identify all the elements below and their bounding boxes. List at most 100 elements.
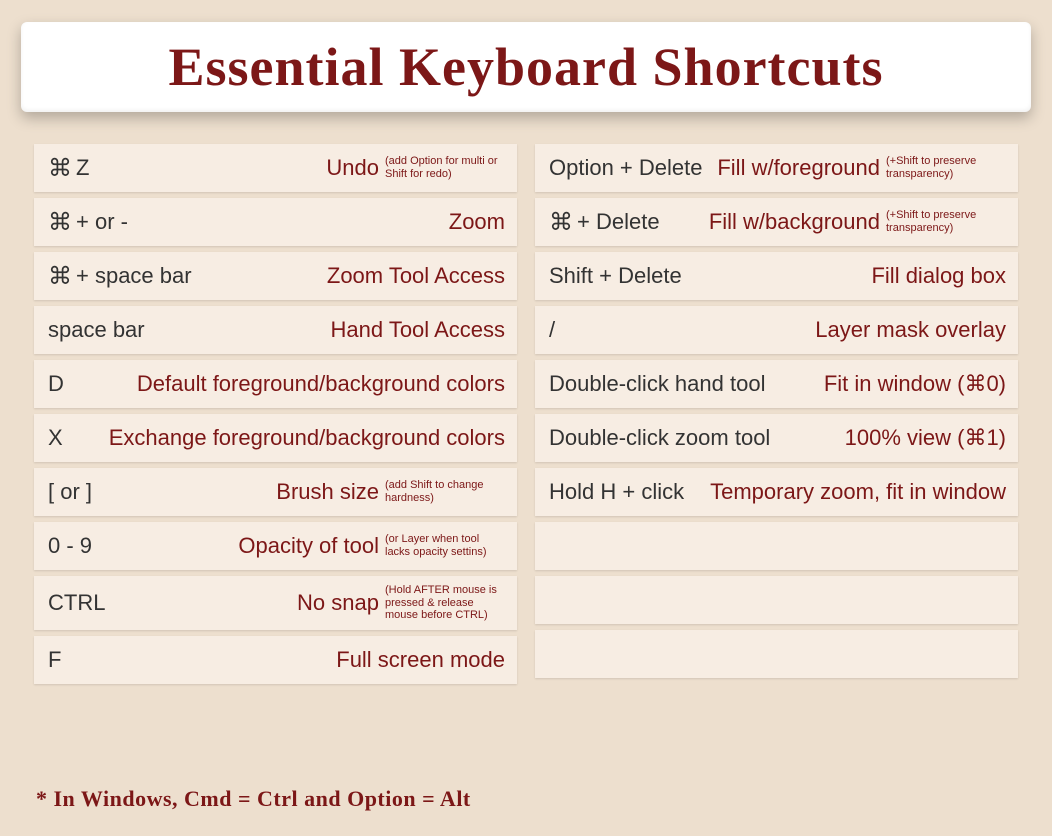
shortcut-keys-text: 0 - 9 — [48, 533, 92, 559]
shortcut-description: Fill dialog box — [871, 263, 1006, 289]
shortcut-desc-wrap: Fill w/background(+Shift to preserve tra… — [709, 209, 1006, 235]
shortcut-keys: ⌘ + space bar — [48, 263, 192, 289]
command-icon: ⌘ — [48, 265, 72, 289]
shortcut-row: CTRL No snap(Hold AFTER mouse is pressed … — [34, 576, 517, 630]
shortcut-desc-wrap: Temporary zoom, fit in window — [710, 479, 1006, 505]
shortcut-description: Brush size — [276, 479, 379, 505]
shortcut-desc-wrap: 100% view (⌘1) — [845, 425, 1006, 451]
title-banner: Essential Keyboard Shortcuts — [21, 22, 1031, 112]
shortcut-keys-text: Double-click hand tool — [549, 371, 765, 397]
shortcut-desc-wrap: Default foreground/background colors — [137, 371, 505, 397]
shortcut-row: Hold H + click Temporary zoom, fit in win… — [535, 468, 1018, 516]
footer-note: * In Windows, Cmd = Ctrl and Option = Al… — [36, 786, 471, 812]
shortcut-desc-wrap: Brush size(add Shift to change hardness) — [276, 479, 505, 505]
shortcut-description: Undo — [326, 155, 379, 181]
shortcut-row: space bar Hand Tool Access — [34, 306, 517, 354]
shortcut-description: Full screen mode — [336, 647, 505, 673]
shortcut-description: Opacity of tool — [238, 533, 379, 559]
shortcut-note: (Hold AFTER mouse is pressed & release m… — [385, 584, 505, 622]
shortcut-note: (add Option for multi or Shift for redo) — [385, 155, 505, 180]
page-title: Essential Keyboard Shortcuts — [168, 36, 883, 98]
shortcut-keys: Hold H + click — [549, 479, 684, 505]
shortcut-keys-text: D — [48, 371, 64, 397]
shortcut-row: ⌘ + Delete Fill w/background(+Shift to pr… — [535, 198, 1018, 246]
shortcut-keys-text: + space bar — [76, 263, 192, 289]
shortcut-keys-text: space bar — [48, 317, 145, 343]
shortcut-keys-text: CTRL — [48, 590, 105, 616]
shortcut-description: Hand Tool Access — [331, 317, 505, 343]
shortcut-row: 0 - 9 Opacity of tool(or Layer when tool … — [34, 522, 517, 570]
shortcut-desc-wrap: Fill w/foreground(+Shift to preserve tra… — [717, 155, 1006, 181]
shortcut-row: Double-click zoom tool 100% view (⌘1) — [535, 414, 1018, 462]
shortcut-row: D Default foreground/background colors — [34, 360, 517, 408]
shortcut-description: Layer mask overlay — [815, 317, 1006, 343]
shortcut-keys-text: Option + Delete — [549, 155, 702, 181]
shortcut-row: F Full screen mode — [34, 636, 517, 684]
shortcut-row: / Layer mask overlay — [535, 306, 1018, 354]
shortcut-columns: ⌘ZUndo(add Option for multi or Shift for… — [0, 112, 1052, 684]
shortcut-description: Fill w/foreground — [717, 155, 880, 181]
shortcut-desc-wrap: Hand Tool Access — [331, 317, 505, 343]
shortcut-keys-text: Z — [76, 155, 89, 181]
shortcut-description: No snap — [297, 590, 379, 616]
shortcut-keys-text: [ or ] — [48, 479, 92, 505]
shortcut-keys: X — [48, 425, 63, 451]
shortcut-keys-text: X — [48, 425, 63, 451]
shortcut-row: ⌘ + space bar Zoom Tool Access — [34, 252, 517, 300]
shortcut-note: (+Shift to preserve transparency) — [886, 209, 1006, 234]
shortcut-desc-wrap: Zoom Tool Access — [327, 263, 505, 289]
shortcut-row — [535, 630, 1018, 678]
shortcut-description: Exchange foreground/background colors — [109, 425, 505, 451]
shortcut-desc-wrap: Layer mask overlay — [815, 317, 1006, 343]
shortcut-desc-wrap: Fit in window (⌘0) — [824, 371, 1006, 397]
shortcut-row — [535, 522, 1018, 570]
shortcut-keys-text: Shift + Delete — [549, 263, 682, 289]
command-icon: ⌘ — [48, 211, 72, 235]
shortcut-keys: 0 - 9 — [48, 533, 92, 559]
shortcut-description: Fill w/background — [709, 209, 880, 235]
shortcut-row — [535, 576, 1018, 624]
shortcut-row: X Exchange foreground/background colors — [34, 414, 517, 462]
shortcut-row: Shift + Delete Fill dialog box — [535, 252, 1018, 300]
shortcut-keys: space bar — [48, 317, 145, 343]
shortcut-keys: Double-click zoom tool — [549, 425, 770, 451]
shortcut-keys-text: F — [48, 647, 61, 673]
shortcut-note: (add Shift to change hardness) — [385, 479, 505, 504]
shortcut-description: Zoom — [449, 209, 505, 235]
shortcut-row: ⌘ + or - Zoom — [34, 198, 517, 246]
shortcut-row: Double-click hand tool Fit in window (⌘0) — [535, 360, 1018, 408]
shortcut-keys: Option + Delete — [549, 155, 702, 181]
shortcut-desc-wrap: Opacity of tool(or Layer when tool lacks… — [238, 533, 505, 559]
command-icon: ⌘ — [549, 211, 573, 235]
shortcut-note: (or Layer when tool lacks opacity settin… — [385, 533, 505, 558]
shortcut-keys: ⌘Z — [48, 155, 89, 181]
shortcut-keys-text: + or - — [76, 209, 128, 235]
shortcut-keys: ⌘ + Delete — [549, 209, 660, 235]
shortcut-desc-wrap: Fill dialog box — [871, 263, 1006, 289]
shortcut-description: Zoom Tool Access — [327, 263, 505, 289]
shortcut-keys: CTRL — [48, 590, 105, 616]
shortcut-desc-wrap: Exchange foreground/background colors — [109, 425, 505, 451]
shortcut-row: [ or ] Brush size(add Shift to change har… — [34, 468, 517, 516]
shortcut-description: 100% view (⌘1) — [845, 425, 1006, 451]
shortcut-description: Temporary zoom, fit in window — [710, 479, 1006, 505]
shortcut-keys: Shift + Delete — [549, 263, 682, 289]
shortcut-desc-wrap: Zoom — [449, 209, 505, 235]
left-column: ⌘ZUndo(add Option for multi or Shift for… — [34, 144, 517, 684]
shortcut-keys: / — [549, 317, 555, 343]
shortcut-description: Fit in window (⌘0) — [824, 371, 1006, 397]
command-icon: ⌘ — [48, 157, 72, 181]
shortcut-row: Option + Delete Fill w/foreground(+Shift … — [535, 144, 1018, 192]
shortcut-keys: Double-click hand tool — [549, 371, 765, 397]
shortcut-description: Default foreground/background colors — [137, 371, 505, 397]
shortcut-keys: F — [48, 647, 61, 673]
shortcut-desc-wrap: No snap(Hold AFTER mouse is pressed & re… — [297, 584, 505, 622]
shortcut-keys-text: / — [549, 317, 555, 343]
shortcut-keys: ⌘ + or - — [48, 209, 128, 235]
shortcut-keys: D — [48, 371, 64, 397]
shortcut-desc-wrap: Undo(add Option for multi or Shift for r… — [326, 155, 505, 181]
shortcut-desc-wrap: Full screen mode — [336, 647, 505, 673]
shortcut-keys-text: Double-click zoom tool — [549, 425, 770, 451]
right-column: Option + DeleteFill w/foreground(+Shift … — [535, 144, 1018, 684]
shortcut-row: ⌘Z Undo(add Option for multi or Shift for… — [34, 144, 517, 192]
